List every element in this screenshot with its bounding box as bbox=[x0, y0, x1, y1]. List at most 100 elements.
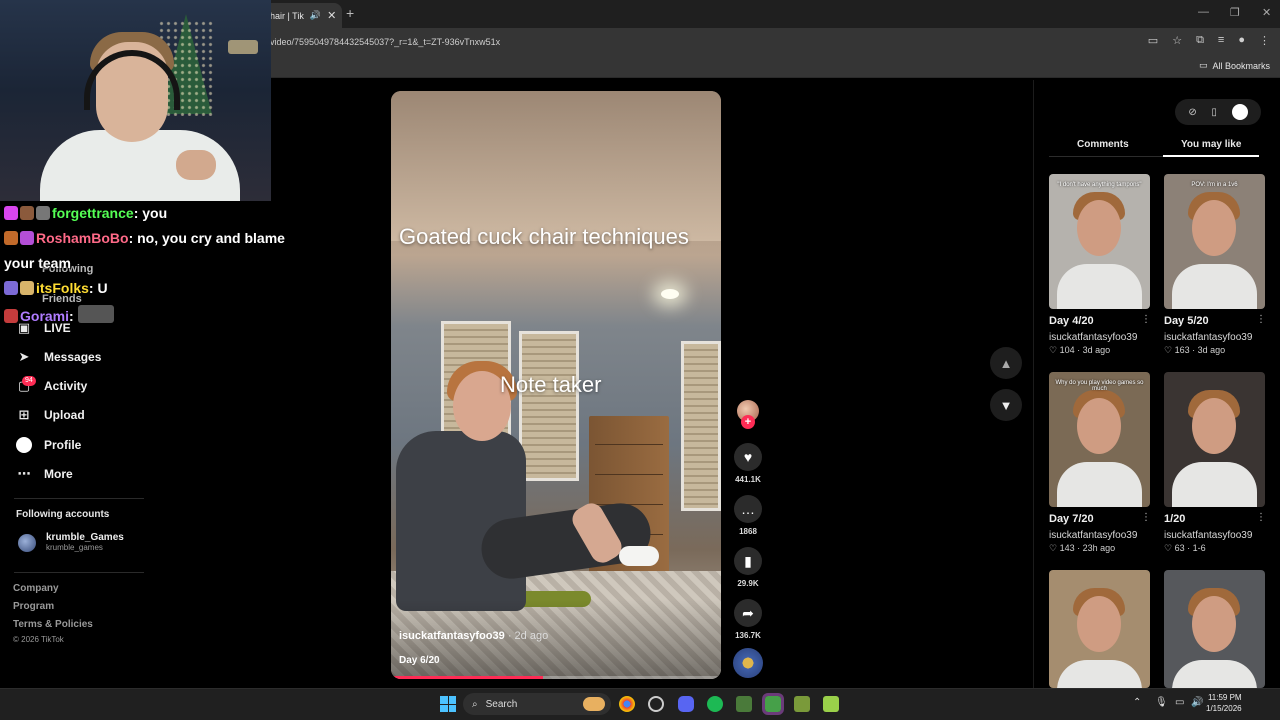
video-scene-blind bbox=[519, 331, 579, 481]
card-username[interactable]: isuckatfantasyfoo39 bbox=[1164, 332, 1252, 343]
like-button[interactable]: ♥ 441.1K bbox=[733, 443, 763, 484]
app-icon[interactable] bbox=[823, 696, 839, 712]
tab-comments[interactable]: Comments bbox=[1077, 139, 1129, 150]
network-icon[interactable]: ▭ bbox=[1175, 697, 1184, 708]
sidebar-item-messages[interactable]: ➤ Messages bbox=[16, 349, 102, 365]
card-title[interactable]: 1/20 bbox=[1164, 513, 1185, 525]
activity-badge: 94 bbox=[22, 376, 36, 386]
video-thumbnail[interactable] bbox=[1164, 570, 1265, 688]
tab-you-may-like[interactable]: You may like bbox=[1181, 139, 1241, 150]
card-likes: 104 bbox=[1059, 345, 1075, 355]
extensions-icon[interactable]: ⧉ bbox=[1196, 34, 1204, 47]
close-window-button[interactable]: ✕ bbox=[1262, 6, 1271, 19]
follow-plus-button[interactable]: + bbox=[741, 415, 755, 429]
share-count: 136.7K bbox=[735, 631, 761, 640]
card-time: 23h ago bbox=[1082, 543, 1116, 553]
spotify-icon[interactable] bbox=[707, 696, 723, 712]
profile-avatar-icon[interactable]: ● bbox=[1238, 34, 1245, 47]
tab-audio-icon[interactable]: 🔊 bbox=[310, 10, 321, 21]
share-button[interactable]: ➦ 136.7K bbox=[733, 599, 763, 640]
microphone-icon[interactable]: 🎙 bbox=[1155, 697, 1168, 708]
next-video-button[interactable]: ▼ bbox=[990, 389, 1022, 421]
footer-link-company[interactable]: Company bbox=[13, 583, 59, 594]
all-bookmarks-button[interactable]: ▭ All Bookmarks bbox=[1199, 60, 1270, 71]
device-icon[interactable]: ▯ bbox=[1211, 107, 1217, 118]
card-username[interactable]: isuckatfantasyfoo39 bbox=[1164, 530, 1252, 541]
video-progress-bar[interactable] bbox=[391, 676, 721, 679]
new-tab-button[interactable]: + bbox=[346, 5, 354, 21]
card-username[interactable]: isuckatfantasyfoo39 bbox=[1049, 530, 1137, 541]
video-author-name[interactable]: isuckatfantasyfoo39 bbox=[399, 630, 505, 642]
webcam-hand bbox=[176, 150, 216, 180]
video-scene-ceiling bbox=[391, 91, 721, 241]
media-icon[interactable]: ≡ bbox=[1218, 34, 1224, 47]
cast-icon[interactable]: ▭ bbox=[1148, 34, 1158, 47]
footer-link-terms[interactable]: Terms & Policies bbox=[13, 619, 93, 630]
video-thumbnail[interactable]: "I don't have anything tampons" bbox=[1049, 174, 1150, 309]
sidebar-item-label: Messages bbox=[44, 350, 102, 364]
app-icon[interactable] bbox=[736, 696, 752, 712]
previous-video-button[interactable]: ▲ bbox=[990, 347, 1022, 379]
thumbnail-face bbox=[1192, 200, 1236, 256]
browser-tab[interactable]: hair | Tik 🔊 ✕ bbox=[264, 3, 342, 28]
video-caption-mid: Note taker bbox=[500, 372, 602, 397]
clock-time: 11:59 PM bbox=[1207, 693, 1242, 702]
card-title[interactable]: Day 7/20 bbox=[1049, 513, 1094, 525]
compass-icon[interactable]: ⊘ bbox=[1188, 107, 1196, 118]
video-player[interactable]: Goated cuck chair techniques Note taker … bbox=[391, 91, 721, 679]
chat-message: you bbox=[142, 205, 168, 221]
taskbar-search[interactable]: ⌕ Search bbox=[463, 693, 611, 715]
music-disc-avatar[interactable] bbox=[733, 648, 763, 678]
video-thumbnail[interactable]: POV: I'm in a 1v6 bbox=[1164, 174, 1265, 309]
url-field[interactable]: video/7595049784432545037?_r=1&_t=ZT-936… bbox=[270, 33, 1110, 51]
more-options-icon[interactable]: ⋮ bbox=[1256, 314, 1266, 325]
discord-icon[interactable] bbox=[678, 696, 694, 712]
thumbnail-overlay-text: POV: I'm in a 1v6 bbox=[1191, 182, 1238, 188]
bookmark-star-icon[interactable]: ☆ bbox=[1172, 34, 1182, 47]
bookmark-icon: ▮ bbox=[734, 547, 762, 575]
account-name: krumble_Games bbox=[46, 532, 124, 543]
video-posted-time: · 2d ago bbox=[507, 630, 549, 642]
sub-badge-icon bbox=[20, 231, 34, 245]
more-options-icon[interactable]: ⋮ bbox=[1141, 314, 1151, 325]
emote-badge-icon bbox=[36, 206, 50, 220]
video-thumbnail[interactable]: Why do you play video games so much bbox=[1049, 372, 1150, 507]
minimize-button[interactable]: — bbox=[1198, 6, 1209, 18]
card-likes: 63 bbox=[1174, 543, 1185, 553]
maximize-button[interactable]: ❐ bbox=[1230, 6, 1240, 19]
sidebar-item-upload[interactable]: ⊞ Upload bbox=[16, 407, 85, 423]
chrome-icon[interactable] bbox=[619, 696, 635, 712]
card-title[interactable]: Day 4/20 bbox=[1049, 315, 1094, 327]
card-likes: 143 bbox=[1059, 543, 1075, 553]
card-username[interactable]: isuckatfantasyfoo39 bbox=[1049, 332, 1137, 343]
following-account-item[interactable]: krumble_Games krumble_games bbox=[18, 532, 124, 553]
video-author[interactable]: isuckatfantasyfoo39 · 2d ago bbox=[399, 630, 548, 642]
save-button[interactable]: ▮ 29.9K bbox=[733, 547, 763, 588]
thumbnail-face bbox=[1077, 200, 1121, 256]
card-title[interactable]: Day 5/20 bbox=[1164, 315, 1209, 327]
sidebar-item-more[interactable]: ⋯ More bbox=[16, 466, 73, 482]
more-options-icon[interactable]: ⋮ bbox=[1141, 512, 1151, 523]
thumbnail-face bbox=[1077, 596, 1121, 652]
tray-chevron-icon[interactable]: ⌃ bbox=[1133, 697, 1141, 708]
video-thumbnail[interactable] bbox=[1049, 570, 1150, 688]
sidebar-item-profile[interactable]: Profile bbox=[16, 437, 81, 453]
app-icon[interactable] bbox=[794, 696, 810, 712]
more-options-icon[interactable]: ⋮ bbox=[1256, 512, 1266, 523]
video-scene-light bbox=[661, 289, 679, 299]
video-thumbnail[interactable] bbox=[1164, 372, 1265, 507]
minecraft-launcher-icon[interactable] bbox=[762, 693, 784, 715]
heart-outline-icon: ♡ bbox=[1049, 345, 1058, 355]
obs-icon[interactable] bbox=[648, 696, 664, 712]
thumbnail-person bbox=[1172, 462, 1257, 507]
taskbar-clock[interactable]: 11:59 PM 1/15/2026 bbox=[1206, 692, 1242, 714]
windows-start-icon[interactable] bbox=[440, 696, 456, 712]
comment-button[interactable]: … 1868 bbox=[733, 495, 763, 536]
browser-menu-icon[interactable]: ⋮ bbox=[1259, 34, 1270, 47]
volume-icon[interactable]: 🔊 bbox=[1191, 697, 1203, 708]
all-bookmarks-label: All Bookmarks bbox=[1212, 60, 1270, 71]
footer-link-program[interactable]: Program bbox=[13, 601, 54, 612]
emote-badge-icon bbox=[4, 231, 18, 245]
toggle-icon[interactable] bbox=[1231, 104, 1248, 120]
tab-close-icon[interactable]: ✕ bbox=[327, 9, 336, 22]
